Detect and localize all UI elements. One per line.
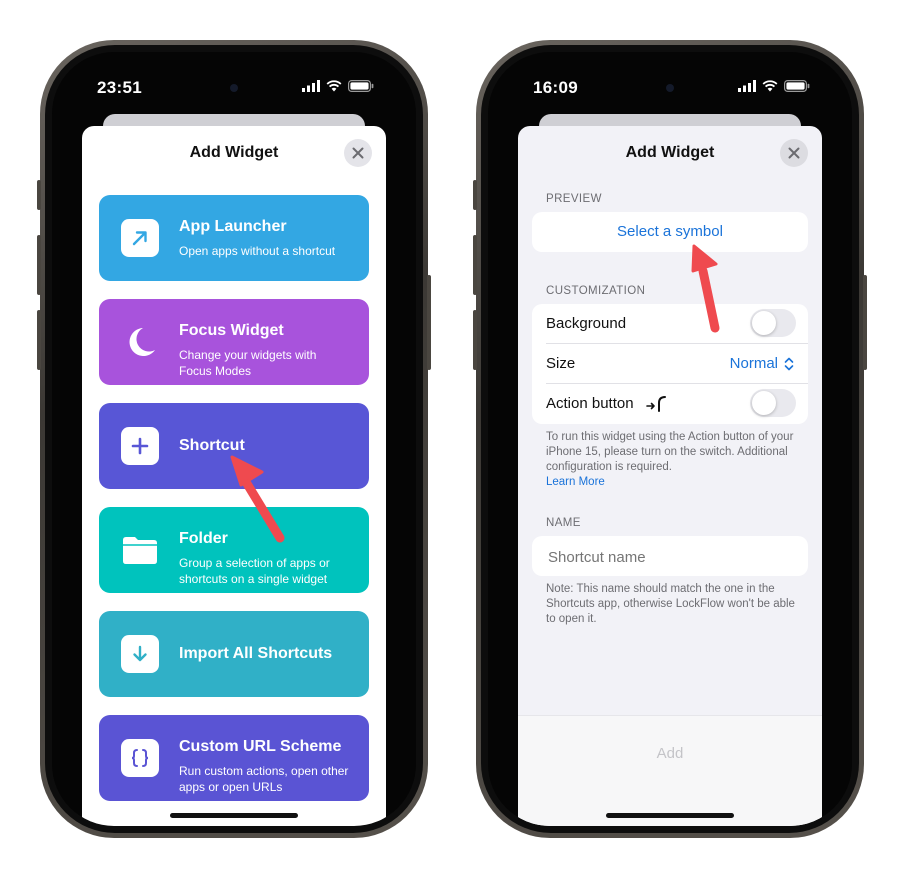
- status-bar: 16:09: [488, 78, 852, 102]
- action-button-toggle[interactable]: [750, 389, 796, 417]
- learn-more-link[interactable]: Learn More: [546, 476, 605, 488]
- right-phone: 16:09 Add Widget PREVIEW Select a symbol…: [473, 40, 867, 838]
- front-camera: [230, 84, 238, 92]
- background-row: Background: [532, 304, 808, 344]
- wifi-icon: [326, 80, 342, 92]
- app-launcher-card[interactable]: App Launcher Open apps without a shortcu…: [99, 195, 369, 281]
- customization-group: Background Size Normal Action button: [532, 304, 808, 424]
- sheet-title: Add Widget: [625, 144, 715, 161]
- name-group: [532, 536, 808, 578]
- card-title: Focus Widget: [179, 322, 284, 339]
- battery-icon: [784, 80, 810, 92]
- moon-icon: [121, 323, 159, 361]
- add-widget-sheet: Add Widget PREVIEW Select a symbol CUSTO…: [518, 126, 822, 826]
- close-icon: [352, 147, 364, 159]
- card-description: Change your widgets with Focus Modes: [179, 348, 317, 378]
- status-icons: [738, 80, 810, 92]
- close-button[interactable]: [780, 139, 808, 167]
- focus-widget-card[interactable]: Focus Widget Change your widgets with Fo…: [99, 299, 369, 385]
- wifi-icon: [762, 80, 778, 92]
- folder-icon: [121, 531, 159, 569]
- custom-url-scheme-card[interactable]: Custom URL Scheme Run custom actions, op…: [99, 715, 369, 801]
- action-button-note: To run this widget using the Action butt…: [546, 431, 794, 488]
- chevron-up-down-icon: [784, 357, 794, 371]
- card-title: Import All Shortcuts: [179, 645, 333, 662]
- status-time: 23:51: [97, 78, 142, 97]
- status-icons: [302, 80, 374, 92]
- close-icon: [788, 147, 800, 159]
- left-phone: 23:51 Add Widget App Launcher Open apps …: [37, 40, 431, 838]
- annotation-arrow-left: [230, 455, 285, 543]
- home-indicator: [606, 813, 734, 818]
- customization-label: CUSTOMIZATION: [546, 285, 646, 297]
- card-description: Open apps without a shortcut: [179, 244, 336, 258]
- size-label: Size: [546, 355, 576, 372]
- signal-icon: [302, 80, 320, 92]
- add-button[interactable]: Add: [518, 745, 822, 762]
- card-title: Custom URL Scheme: [179, 738, 342, 755]
- card-title: App Launcher: [179, 218, 287, 235]
- card-title: Folder: [179, 530, 228, 547]
- name-note: Note: This name should match the one in …: [546, 583, 795, 625]
- size-row[interactable]: Size Normal: [532, 344, 808, 384]
- right-screen: 16:09 Add Widget PREVIEW Select a symbol…: [488, 52, 852, 826]
- action-button-icon: [646, 396, 666, 412]
- status-bar: 23:51: [52, 78, 416, 102]
- sheet-title: Add Widget: [189, 144, 279, 161]
- preview-group: Select a symbol: [532, 212, 808, 252]
- annotation-arrow-right: [691, 244, 720, 333]
- import-all-shortcuts-card[interactable]: Import All Shortcuts: [99, 611, 369, 697]
- card-description: Group a selection of apps or shortcuts o…: [179, 556, 330, 586]
- arrow-down-icon: [121, 635, 159, 673]
- plus-icon: [121, 427, 159, 465]
- select-symbol-button[interactable]: Select a symbol: [532, 223, 808, 240]
- action-button-row: Action button: [532, 384, 808, 424]
- card-description: Run custom actions, open other apps or o…: [179, 764, 349, 794]
- arrow-up-right-icon: [121, 219, 159, 257]
- shortcut-name-input[interactable]: [546, 536, 794, 578]
- signal-icon: [738, 80, 756, 92]
- action-button-label: Action button: [546, 395, 634, 412]
- preview-label: PREVIEW: [546, 193, 602, 205]
- close-button[interactable]: [344, 139, 372, 167]
- front-camera: [666, 84, 674, 92]
- background-label: Background: [546, 315, 627, 332]
- home-indicator: [170, 813, 298, 818]
- left-screen: 23:51 Add Widget App Launcher Open apps …: [52, 52, 416, 826]
- braces-icon: [121, 739, 159, 777]
- battery-icon: [348, 80, 374, 92]
- name-label: NAME: [546, 517, 581, 529]
- background-toggle[interactable]: [750, 309, 796, 337]
- footer-bar: Add: [518, 715, 822, 826]
- size-value[interactable]: Normal: [730, 355, 778, 372]
- status-time: 16:09: [533, 78, 578, 97]
